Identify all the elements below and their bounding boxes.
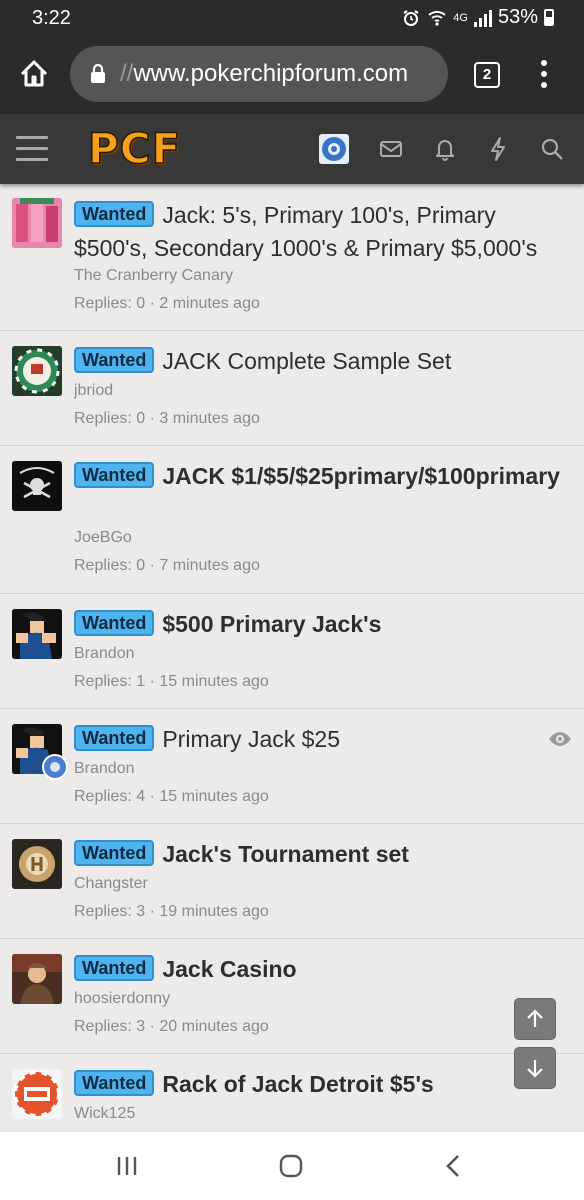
menu-icon[interactable] — [16, 136, 48, 162]
thread-thumbnail[interactable] — [12, 839, 62, 889]
thread-title[interactable]: Wanted Primary Jack $25 — [74, 723, 566, 756]
thread-meta: Replies: 0 · 7 minutes ago — [74, 557, 260, 574]
thread-author[interactable]: Changster — [74, 875, 148, 893]
thread-row[interactable]: Wanted Jack's Tournament set Changster Re… — [0, 824, 584, 939]
bell-icon[interactable] — [430, 134, 460, 164]
thread-row[interactable]: Wanted Jack: 5's, Primary 100's, Primary … — [0, 184, 584, 331]
prefix-badge[interactable]: Wanted — [74, 347, 155, 373]
site-logo[interactable]: PCF — [87, 123, 181, 174]
browser-toolbar: //www.pokerchipforum.com 2 — [0, 36, 584, 114]
recent-apps-icon[interactable] — [114, 1154, 140, 1178]
prefix-badge[interactable]: Wanted — [74, 840, 155, 866]
prefix-badge[interactable]: Wanted — [74, 201, 155, 227]
user-avatar[interactable] — [319, 134, 349, 164]
thread-title[interactable]: Wanted Jack's Tournament set — [74, 838, 566, 871]
url-text: //www.pokerchipforum.com — [120, 60, 409, 87]
thread-row[interactable]: Wanted Jack Casino hoosierdonny Replies: … — [0, 939, 584, 1054]
thread-title[interactable]: Wanted Jack Casino — [74, 953, 566, 986]
thread-meta: Replies: 3 · 20 minutes ago — [74, 1018, 269, 1035]
thread-row[interactable]: Wanted $500 Primary Jack's Brandon Replie… — [0, 594, 584, 709]
thread-title[interactable]: Wanted JACK Complete Sample Set — [74, 345, 566, 378]
network-type: 4G — [453, 11, 468, 24]
address-bar[interactable]: //www.pokerchipforum.com — [70, 46, 448, 102]
home-nav-icon[interactable] — [277, 1152, 305, 1180]
prefix-badge[interactable]: Wanted — [74, 610, 155, 636]
thread-title[interactable]: Wanted JACK $1/$5/$25primary/$100primary — [74, 460, 566, 493]
thread-thumbnail[interactable] — [12, 609, 62, 659]
prefix-badge[interactable]: Wanted — [74, 462, 155, 488]
thread-title[interactable]: Wanted Rack of Jack Detroit $5's — [74, 1068, 566, 1101]
thread-meta: Replies: 0 · 3 minutes ago — [74, 410, 260, 427]
prefix-badge[interactable]: Wanted — [74, 725, 155, 751]
wifi-icon — [427, 8, 447, 28]
lock-icon — [90, 63, 106, 84]
status-icons: 4G 53% — [401, 6, 554, 29]
overflow-menu-icon[interactable] — [540, 60, 548, 90]
thread-thumbnail[interactable] — [12, 954, 62, 1004]
user-avatar-small — [42, 754, 68, 780]
prefix-badge[interactable]: Wanted — [74, 955, 155, 981]
tabs-icon[interactable]: 2 — [474, 62, 500, 88]
battery-icon — [544, 9, 554, 26]
thread-list: Wanted Jack: 5's, Primary 100's, Primary … — [0, 184, 584, 1144]
thread-author[interactable]: Brandon — [74, 760, 135, 778]
battery-percent: 53% — [497, 6, 538, 28]
home-icon[interactable] — [16, 56, 52, 92]
signal-icon — [473, 9, 492, 27]
thread-thumbnail[interactable] — [12, 198, 62, 248]
thread-row[interactable]: Wanted JACK $1/$5/$25primary/$100primary … — [0, 446, 584, 594]
thread-title[interactable]: Wanted Jack: 5's, Primary 100's, Primary … — [74, 199, 566, 265]
inbox-icon[interactable] — [376, 134, 406, 164]
arrow-up-icon — [527, 1009, 543, 1027]
thread-row[interactable]: Wanted Primary Jack $25 Brandon Replies: … — [0, 709, 584, 824]
prefix-badge[interactable]: Wanted — [74, 1070, 155, 1096]
thread-row[interactable]: Wanted JACK Complete Sample Set jbriod Re… — [0, 331, 584, 446]
thread-meta: Replies: 3 · 19 minutes ago — [74, 903, 269, 920]
system-navigation-bar — [0, 1132, 584, 1200]
arrow-down-icon — [527, 1060, 543, 1078]
forum-header: PCF — [0, 114, 584, 184]
thread-row[interactable]: Wanted Rack of Jack Detroit $5's Wick125 — [0, 1054, 584, 1144]
thread-title[interactable]: Wanted $500 Primary Jack's — [74, 608, 566, 641]
thread-author[interactable]: Brandon — [74, 645, 135, 663]
alarm-icon — [401, 8, 421, 28]
whats-new-icon[interactable] — [483, 134, 513, 164]
scroll-to-top-button[interactable] — [514, 998, 556, 1040]
search-icon[interactable] — [537, 134, 567, 164]
thread-author[interactable]: jbriod — [74, 382, 113, 400]
watch-eye-icon — [548, 731, 572, 747]
thread-meta: Replies: 0 · 2 minutes ago — [74, 295, 260, 312]
thread-meta: Replies: 1 · 15 minutes ago — [74, 673, 269, 690]
status-time: 3:22 — [32, 7, 71, 29]
thread-meta: Replies: 4 · 15 minutes ago — [74, 788, 269, 805]
thread-thumbnail[interactable] — [12, 1069, 62, 1119]
back-icon[interactable] — [442, 1152, 466, 1180]
thread-thumbnail[interactable] — [12, 461, 62, 511]
thread-author[interactable]: The Cranberry Canary — [74, 267, 233, 285]
thread-thumbnail[interactable] — [12, 346, 62, 396]
thread-author[interactable]: hoosierdonny — [74, 990, 170, 1008]
thread-author[interactable]: JoeBGo — [74, 529, 132, 547]
scroll-to-bottom-button[interactable] — [514, 1047, 556, 1089]
thread-author[interactable]: Wick125 — [74, 1105, 135, 1123]
status-bar: 3:22 4G 53% — [0, 0, 584, 36]
